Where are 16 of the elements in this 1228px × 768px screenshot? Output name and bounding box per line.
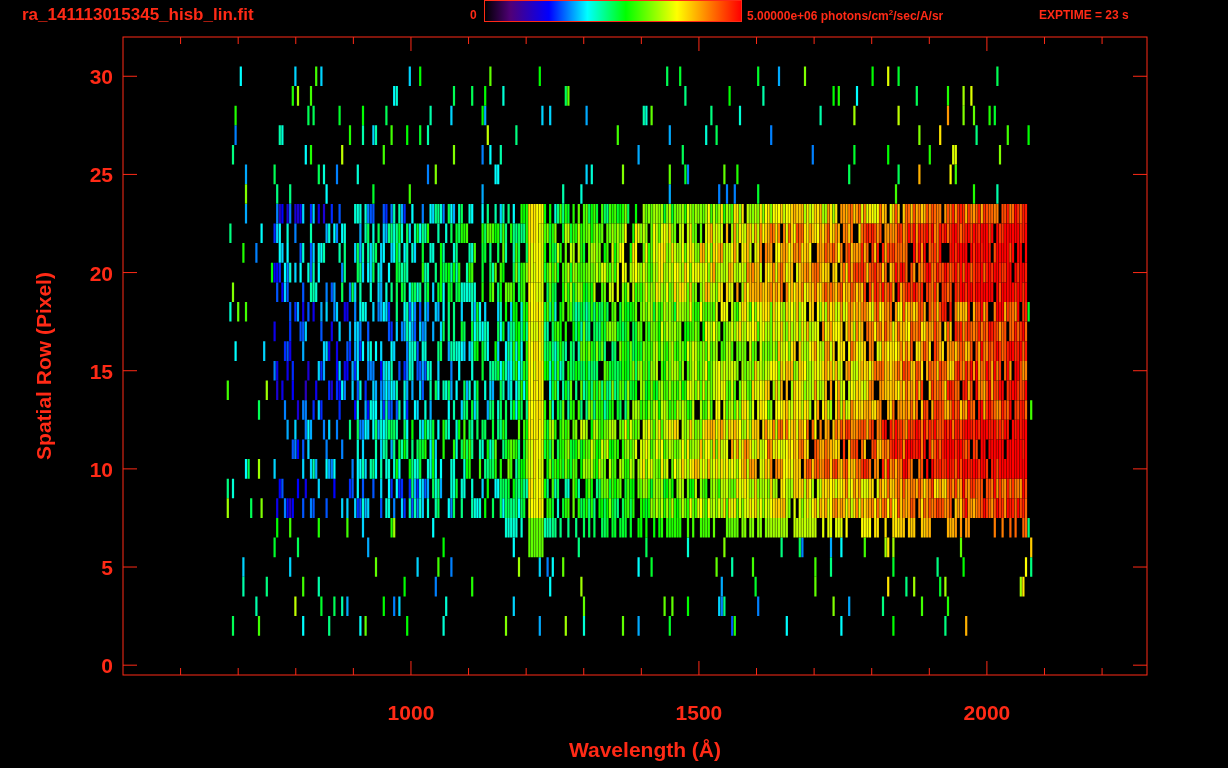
x-tick-label: 2000 [963,701,1011,724]
y-axis-label: Spatial Row (Pixel) [32,272,55,460]
plot-title: ra_141113015345_hisb_lin.fit [22,5,255,25]
x-axis-label: Wavelength (Å) [568,738,722,761]
colorbar-max-label: 5.00000e+06 photons/cm$^{2}$/sec/A/sr [747,7,945,23]
colorbar-min-label: 0 [470,8,478,22]
y-tick-label: 0 [101,654,113,678]
y-tick-label: 5 [101,556,113,580]
y-tick-label: 15 [89,359,113,383]
x-tick-label: 1000 [387,701,435,724]
exposure-time-label: EXPTIME = 23 s [1039,8,1129,22]
x-tick-label: 1500 [675,701,723,724]
y-tick-label: 25 [89,163,113,187]
y-tick-label: 20 [89,261,113,285]
y-tick-label: 30 [89,65,113,89]
y-tick-label: 10 [89,457,113,481]
